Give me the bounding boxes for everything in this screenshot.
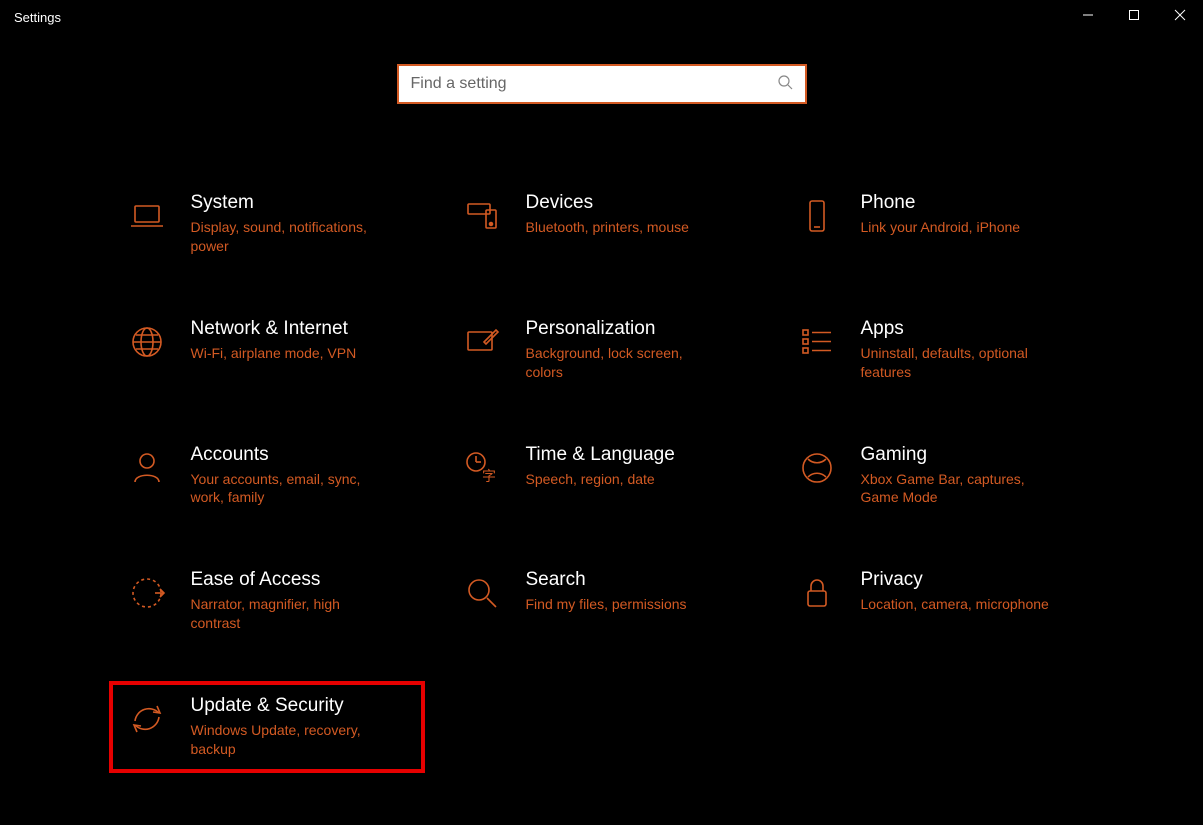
lock-icon	[797, 573, 837, 613]
category-title: Time & Language	[526, 444, 742, 466]
close-button[interactable]	[1157, 0, 1203, 34]
search-box[interactable]	[397, 64, 807, 104]
category-ease-of-access[interactable]: Ease of Access Narrator, magnifier, high…	[117, 563, 417, 639]
category-desc: Link your Android, iPhone	[861, 218, 1051, 237]
category-desc: Find my files, permissions	[526, 595, 716, 614]
category-text: Personalization Background, lock screen,…	[526, 318, 742, 382]
category-desc: Background, lock screen, colors	[526, 344, 716, 382]
xbox-icon	[797, 448, 837, 488]
maximize-icon	[1128, 8, 1140, 26]
category-title: Gaming	[861, 444, 1077, 466]
category-desc: Uninstall, defaults, optional features	[861, 344, 1051, 382]
window-title: Settings	[14, 10, 61, 25]
category-text: Apps Uninstall, defaults, optional featu…	[861, 318, 1077, 382]
category-desc: Windows Update, recovery, backup	[191, 721, 381, 759]
globe-icon	[127, 322, 167, 362]
category-desc: Wi-Fi, airplane mode, VPN	[191, 344, 381, 363]
category-text: Phone Link your Android, iPhone	[861, 192, 1077, 237]
category-devices[interactable]: Devices Bluetooth, printers, mouse	[452, 186, 752, 262]
magnifier-icon	[462, 573, 502, 613]
search-area	[0, 64, 1203, 104]
category-desc: Xbox Game Bar, captures, Game Mode	[861, 470, 1051, 508]
category-time-language[interactable]: 字 Time & Language Speech, region, date	[452, 438, 752, 514]
search-input[interactable]	[411, 75, 777, 93]
category-desc: Narrator, magnifier, high contrast	[191, 595, 381, 633]
category-title: Search	[526, 569, 742, 591]
category-gaming[interactable]: Gaming Xbox Game Bar, captures, Game Mod…	[787, 438, 1087, 514]
category-text: Privacy Location, camera, microphone	[861, 569, 1077, 614]
category-phone[interactable]: Phone Link your Android, iPhone	[787, 186, 1087, 262]
category-title: System	[191, 192, 407, 214]
category-privacy[interactable]: Privacy Location, camera, microphone	[787, 563, 1087, 639]
phone-icon	[797, 196, 837, 236]
category-desc: Bluetooth, printers, mouse	[526, 218, 716, 237]
category-text: System Display, sound, notifications, po…	[191, 192, 407, 256]
category-network[interactable]: Network & Internet Wi-Fi, airplane mode,…	[117, 312, 417, 388]
category-title: Ease of Access	[191, 569, 407, 591]
svg-text:字: 字	[482, 468, 496, 484]
category-accounts[interactable]: Accounts Your accounts, email, sync, wor…	[117, 438, 417, 514]
ease-of-access-icon	[127, 573, 167, 613]
paintbrush-icon	[462, 322, 502, 362]
category-title: Devices	[526, 192, 742, 214]
category-text: Search Find my files, permissions	[526, 569, 742, 614]
category-apps[interactable]: Apps Uninstall, defaults, optional featu…	[787, 312, 1087, 388]
laptop-icon	[127, 196, 167, 236]
category-desc: Speech, region, date	[526, 470, 716, 489]
category-text: Network & Internet Wi-Fi, airplane mode,…	[191, 318, 407, 363]
titlebar: Settings	[0, 0, 1203, 34]
category-title: Personalization	[526, 318, 742, 340]
close-icon	[1174, 8, 1186, 26]
category-system[interactable]: System Display, sound, notifications, po…	[117, 186, 417, 262]
category-title: Accounts	[191, 444, 407, 466]
sync-icon	[127, 699, 167, 739]
category-desc: Your accounts, email, sync, work, family	[191, 470, 381, 508]
category-desc: Display, sound, notifications, power	[191, 218, 381, 256]
devices-icon	[462, 196, 502, 236]
category-text: Devices Bluetooth, printers, mouse	[526, 192, 742, 237]
minimize-icon	[1082, 8, 1094, 26]
category-title: Network & Internet	[191, 318, 407, 340]
minimize-button[interactable]	[1065, 0, 1111, 34]
category-text: Update & Security Windows Update, recove…	[191, 695, 407, 759]
category-title: Phone	[861, 192, 1077, 214]
category-title: Privacy	[861, 569, 1077, 591]
category-text: Accounts Your accounts, email, sync, wor…	[191, 444, 407, 508]
category-title: Apps	[861, 318, 1077, 340]
category-text: Time & Language Speech, region, date	[526, 444, 742, 489]
category-title: Update & Security	[191, 695, 407, 717]
maximize-button[interactable]	[1111, 0, 1157, 34]
person-icon	[127, 448, 167, 488]
window-controls	[1065, 0, 1203, 34]
category-text: Ease of Access Narrator, magnifier, high…	[191, 569, 407, 633]
apps-list-icon	[797, 322, 837, 362]
category-desc: Location, camera, microphone	[861, 595, 1051, 614]
search-icon	[777, 74, 793, 95]
settings-grid: System Display, sound, notifications, po…	[0, 186, 1203, 765]
category-personalization[interactable]: Personalization Background, lock screen,…	[452, 312, 752, 388]
time-language-icon: 字	[462, 448, 502, 488]
category-text: Gaming Xbox Game Bar, captures, Game Mod…	[861, 444, 1077, 508]
category-search[interactable]: Search Find my files, permissions	[452, 563, 752, 639]
category-update-security[interactable]: Update & Security Windows Update, recove…	[117, 689, 417, 765]
